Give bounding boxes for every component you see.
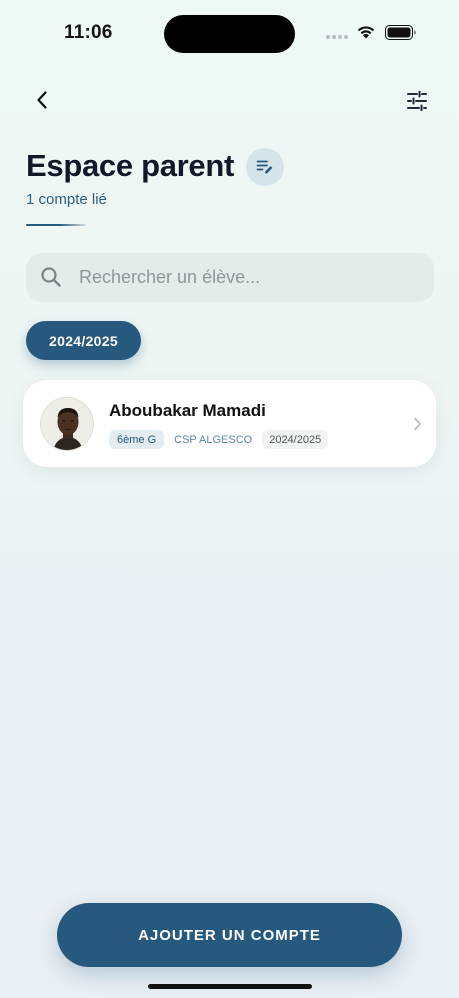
title-underline [26,224,86,226]
student-name: Aboubakar Mamadi [109,401,266,420]
sliders-icon [407,91,427,111]
class-badge: 6ème G [109,430,165,449]
student-photo [41,398,93,450]
linked-accounts-count: 1 compte lié [26,191,107,208]
battery-icon [385,25,416,40]
student-tags: 6ème G CSP ALGESCO 2024/2025 [109,430,329,449]
dynamic-island [164,15,295,53]
top-nav [0,84,459,118]
avatar [40,397,94,451]
school-label: CSP ALGESCO [174,433,253,446]
search-input[interactable] [79,253,419,302]
student-card[interactable]: Aboubakar Mamadi 6ème G CSP ALGESCO 2024… [23,380,436,467]
status-time: 11:06 [64,22,113,43]
wifi-icon [357,26,375,39]
chevron-left-icon [37,91,47,109]
back-button[interactable] [26,84,58,116]
edit-list-button[interactable] [246,148,284,186]
add-account-button[interactable]: AJOUTER UN COMPTE [57,903,402,967]
list-edit-icon [256,160,273,174]
year-badge: 2024/2025 [262,430,329,449]
home-indicator [148,984,312,989]
year-filter-chip[interactable]: 2024/2025 [26,321,141,360]
status-bar: 11:06 [0,0,459,64]
search-icon [41,267,61,287]
search-bar[interactable] [26,253,434,302]
cellular-signal-icon [326,35,348,39]
chevron-right-icon [414,417,421,431]
page-title: Espace parent [26,148,235,183]
filter-button[interactable] [400,84,434,118]
